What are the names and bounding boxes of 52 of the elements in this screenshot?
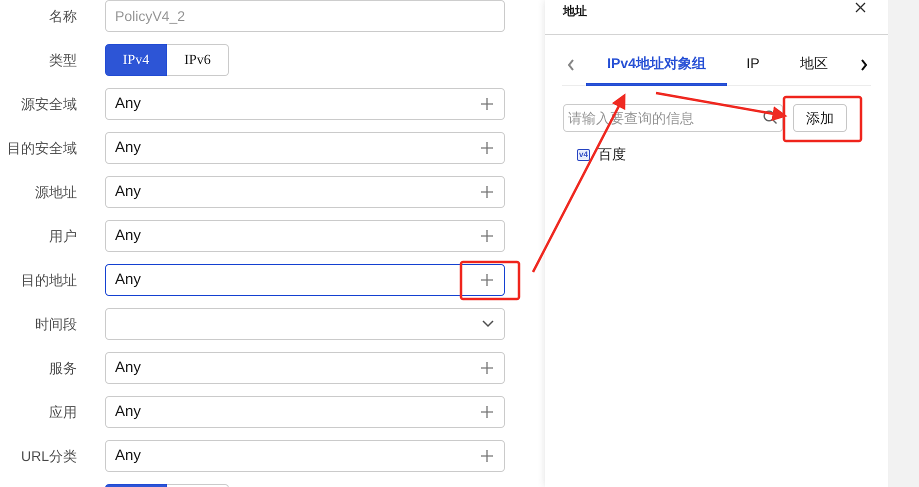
- field-value: Any: [115, 446, 141, 466]
- field-label: 应用: [49, 402, 77, 422]
- field-label: 时间段: [35, 314, 77, 334]
- chevron-left-icon[interactable]: [567, 59, 575, 71]
- field-value: Any: [115, 358, 141, 378]
- field-value: Any: [115, 182, 141, 202]
- field-label: 服务: [49, 358, 77, 378]
- plus-icon[interactable]: [480, 405, 494, 419]
- plus-icon[interactable]: [480, 449, 494, 463]
- picker-field[interactable]: Any: [105, 176, 505, 208]
- tab[interactable]: IP: [727, 44, 779, 86]
- plus-icon[interactable]: [480, 141, 494, 155]
- plus-icon[interactable]: [480, 185, 494, 199]
- picker-field[interactable]: Any: [105, 220, 505, 252]
- field-label: 目的地址: [21, 270, 77, 290]
- field-label: 类型: [49, 50, 77, 70]
- field-label: 目的安全域: [7, 138, 77, 158]
- plus-icon[interactable]: [480, 273, 494, 287]
- close-icon[interactable]: [855, 2, 866, 13]
- panel-title: 地址: [563, 3, 587, 20]
- field-value: Any: [115, 94, 141, 114]
- type-option[interactable]: IPv6: [167, 44, 229, 76]
- picker-field[interactable]: Any: [105, 440, 505, 472]
- picker-field[interactable]: Any: [105, 264, 505, 296]
- ipv4-badge-icon: v4: [577, 148, 590, 160]
- field-value: Any: [115, 402, 141, 422]
- chevron-right-icon[interactable]: [860, 59, 868, 71]
- field-value: Any: [115, 270, 141, 290]
- field-value: Any: [115, 226, 141, 246]
- field-label: 用户: [49, 226, 77, 246]
- tab[interactable]: IPv4地址对象组: [586, 44, 727, 86]
- plus-icon[interactable]: [480, 97, 494, 111]
- add-button[interactable]: 添加: [793, 104, 847, 132]
- plus-icon[interactable]: [480, 229, 494, 243]
- name-field[interactable]: PolicyV4_2: [105, 0, 505, 32]
- picker-field[interactable]: Any: [105, 88, 505, 120]
- chevron-down-icon: [482, 320, 494, 328]
- address-item[interactable]: 百度: [598, 144, 626, 165]
- select-field[interactable]: [105, 308, 505, 340]
- picker-field[interactable]: Any: [105, 396, 505, 428]
- type-option[interactable]: IPv4: [105, 44, 167, 76]
- tab[interactable]: 地区: [779, 44, 849, 86]
- field-label: URL分类: [20, 446, 77, 466]
- plus-icon[interactable]: [480, 361, 494, 375]
- field-value: Any: [115, 138, 141, 158]
- picker-field[interactable]: Any: [105, 132, 505, 164]
- picker-field[interactable]: Any: [105, 352, 505, 384]
- field-label: 源安全域: [21, 94, 77, 114]
- search-icon[interactable]: [763, 110, 778, 125]
- highlight-frame: [460, 260, 520, 300]
- field-label: 源地址: [35, 182, 77, 202]
- field-label: 名称: [49, 6, 77, 26]
